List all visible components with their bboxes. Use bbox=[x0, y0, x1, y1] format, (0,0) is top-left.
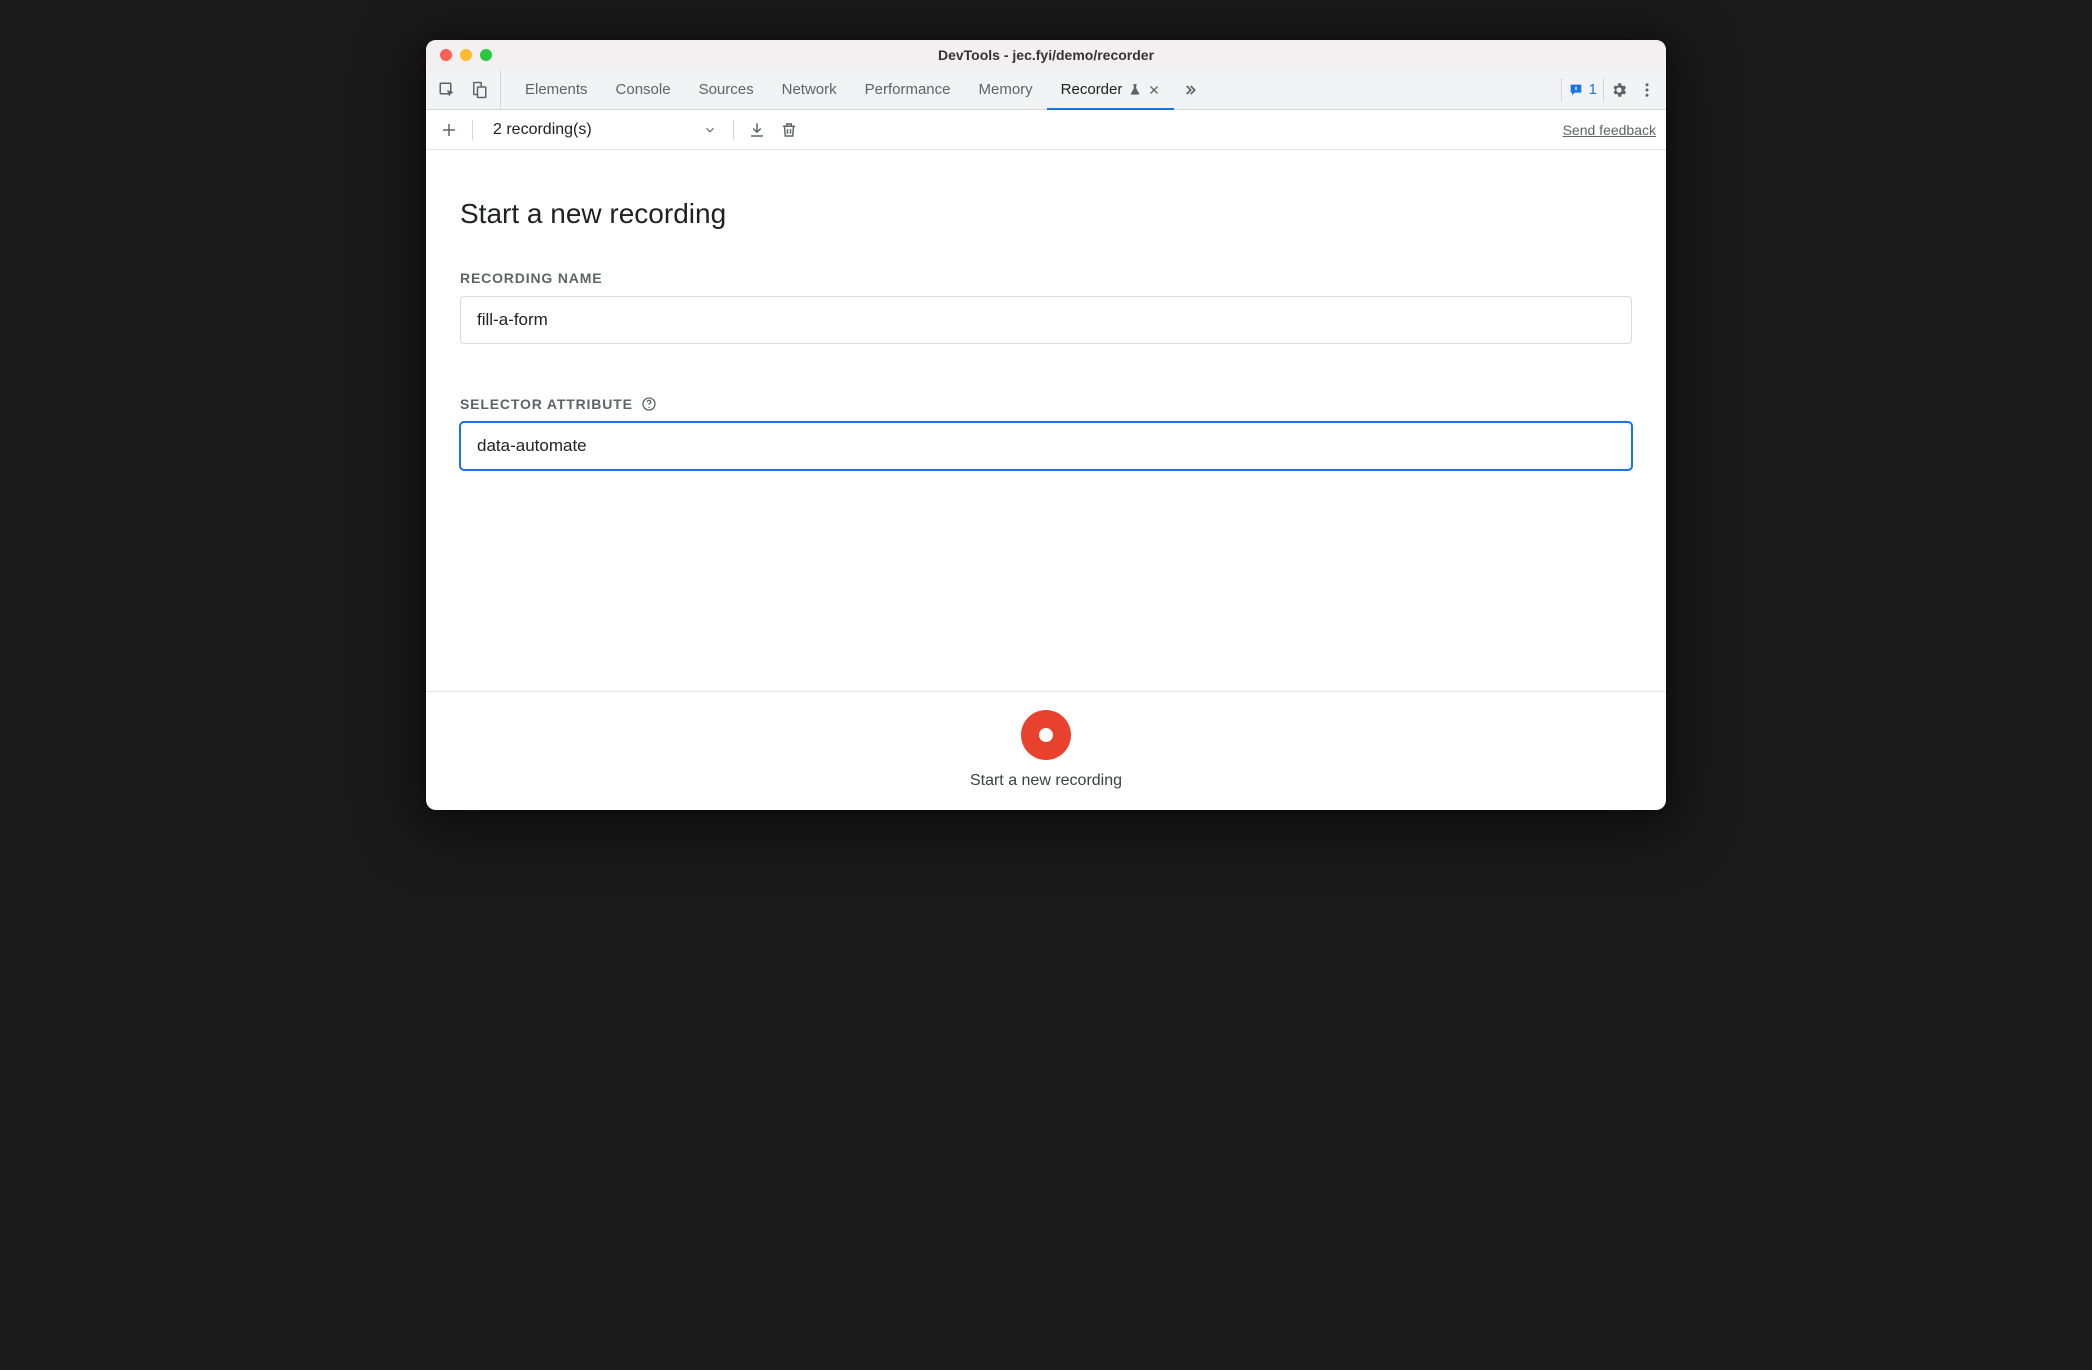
devtools-window: DevTools - jec.fyi/demo/recorder Element… bbox=[426, 40, 1666, 810]
tab-label: Memory bbox=[979, 81, 1033, 98]
selector-attribute-input[interactable] bbox=[460, 422, 1632, 470]
kebab-menu-icon[interactable] bbox=[1634, 77, 1660, 103]
tab-elements[interactable]: Elements bbox=[511, 70, 602, 109]
panel-tabs: Elements Console Sources Network Perform… bbox=[501, 70, 1206, 109]
inspect-controls bbox=[426, 70, 501, 109]
start-recording-label: Start a new recording bbox=[970, 772, 1122, 790]
help-icon[interactable] bbox=[641, 396, 657, 412]
tab-network[interactable]: Network bbox=[768, 70, 851, 109]
delete-icon[interactable] bbox=[776, 117, 802, 143]
new-recording-icon[interactable] bbox=[436, 117, 462, 143]
recording-name-input[interactable] bbox=[460, 296, 1632, 344]
export-icon[interactable] bbox=[744, 117, 770, 143]
record-icon bbox=[1039, 728, 1053, 742]
settings-icon[interactable] bbox=[1606, 77, 1632, 103]
tab-label: Console bbox=[616, 81, 671, 98]
devtools-tabstrip: Elements Console Sources Network Perform… bbox=[426, 70, 1666, 110]
chevron-down-icon bbox=[703, 123, 717, 137]
recording-name-label: RECORDING NAME bbox=[460, 270, 1632, 286]
tab-memory[interactable]: Memory bbox=[965, 70, 1047, 109]
start-recording-button[interactable] bbox=[1021, 710, 1071, 760]
divider bbox=[472, 120, 473, 140]
recorder-content: Start a new recording RECORDING NAME SEL… bbox=[426, 150, 1666, 691]
tab-label: Performance bbox=[865, 81, 951, 98]
tab-label: Network bbox=[782, 81, 837, 98]
window-title: DevTools - jec.fyi/demo/recorder bbox=[426, 47, 1666, 63]
recording-name-group: RECORDING NAME bbox=[460, 270, 1632, 344]
tab-label: Recorder bbox=[1061, 81, 1123, 98]
tabstrip-actions: 1 bbox=[1561, 70, 1666, 109]
send-feedback-link[interactable]: Send feedback bbox=[1563, 122, 1656, 138]
experiment-icon bbox=[1128, 83, 1142, 97]
divider bbox=[733, 120, 734, 140]
close-tab-icon[interactable] bbox=[1148, 84, 1160, 96]
tab-console[interactable]: Console bbox=[602, 70, 685, 109]
tab-label: Sources bbox=[699, 81, 754, 98]
window-titlebar: DevTools - jec.fyi/demo/recorder bbox=[426, 40, 1666, 70]
recording-selector-label: 2 recording(s) bbox=[493, 121, 592, 139]
tab-performance[interactable]: Performance bbox=[851, 70, 965, 109]
inspect-element-icon[interactable] bbox=[434, 77, 460, 103]
selector-attribute-label: SELECTOR ATTRIBUTE bbox=[460, 396, 1632, 412]
recording-selector[interactable]: 2 recording(s) bbox=[483, 116, 723, 144]
device-toggle-icon[interactable] bbox=[466, 77, 492, 103]
tab-sources[interactable]: Sources bbox=[685, 70, 768, 109]
selector-attribute-group: SELECTOR ATTRIBUTE bbox=[460, 396, 1632, 470]
issues-badge[interactable]: 1 bbox=[1561, 78, 1604, 102]
selector-attribute-label-text: SELECTOR ATTRIBUTE bbox=[460, 396, 633, 412]
more-tabs-button[interactable] bbox=[1174, 70, 1206, 109]
recorder-toolbar: 2 recording(s) Send feedback bbox=[426, 110, 1666, 150]
tab-recorder[interactable]: Recorder bbox=[1047, 70, 1175, 109]
page-heading: Start a new recording bbox=[460, 198, 1632, 230]
issues-count: 1 bbox=[1589, 81, 1597, 98]
recorder-footer: Start a new recording bbox=[426, 691, 1666, 810]
tab-label: Elements bbox=[525, 81, 588, 98]
